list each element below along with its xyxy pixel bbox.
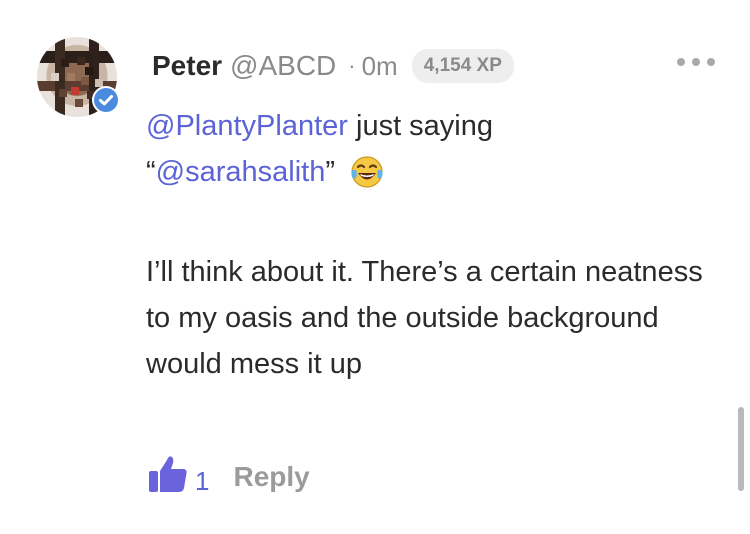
mention-link[interactable]: @PlantyPlanter [146, 110, 348, 142]
thumbs-up-icon[interactable] [147, 452, 189, 498]
more-dot [707, 58, 715, 66]
reply-button[interactable]: Reply [233, 461, 309, 493]
author-name[interactable]: Peter [152, 50, 222, 82]
avatar-pixel [61, 59, 69, 67]
body-line-2: “@sarahsalith” [146, 149, 706, 203]
more-dot [677, 58, 685, 66]
separator-dot: · [348, 53, 356, 78]
xp-badge: 4,154 XP [411, 49, 514, 83]
body-text: just saying [347, 110, 494, 142]
body-line-1: @PlantyPlanter just saying [146, 103, 706, 149]
mention-link[interactable]: @sarahsalith [156, 156, 326, 188]
face-with-tears-of-joy-emoji-icon [349, 155, 385, 203]
comment-body: @PlantyPlanter just saying “@sarahsalith… [146, 103, 706, 387]
avatar-pixel [81, 77, 89, 85]
comment-actions: 1 Reply [147, 452, 310, 498]
verified-badge-icon [92, 86, 120, 114]
comment-card: Peter @ABCD · 0m 4,154 XP @PlantyPlanter… [0, 0, 750, 534]
timestamp: 0m [361, 50, 398, 81]
avatar-pixel [71, 87, 79, 95]
avatar-pixel [77, 57, 85, 65]
more-dot [692, 58, 700, 66]
author-handle[interactable]: @ABCD [230, 50, 336, 82]
avatar-pixel [75, 99, 83, 107]
more-options-icon[interactable] [677, 55, 715, 69]
avatar-pixel [85, 67, 93, 75]
avatar-pixel [51, 73, 59, 81]
body-paragraph-2: I’ll think about it. There’s a certain n… [146, 256, 703, 380]
scrollbar[interactable] [738, 407, 744, 491]
like-count: 1 [195, 465, 210, 496]
avatar-pixel [59, 89, 67, 97]
close-quote: ” [325, 156, 336, 188]
open-quote: “ [146, 156, 156, 188]
comment-header: Peter @ABCD · 0m 4,154 XP [152, 44, 514, 88]
avatar-pixel [67, 73, 75, 81]
